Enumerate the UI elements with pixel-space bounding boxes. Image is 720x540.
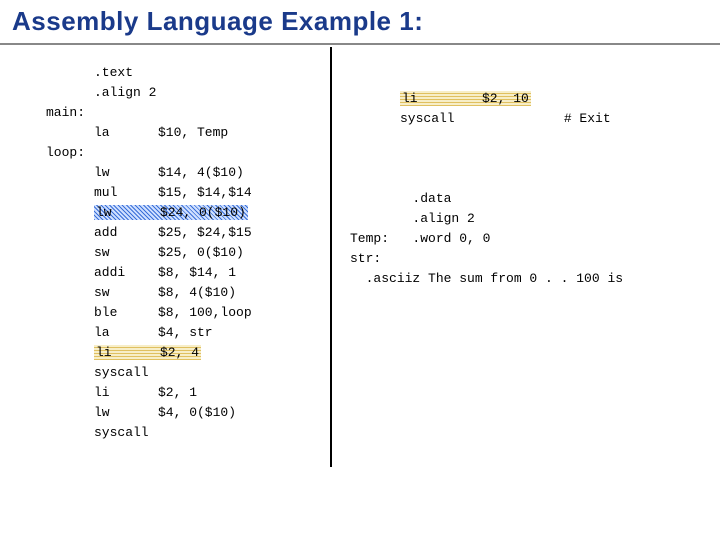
args-li2: $2, 1 <box>158 385 197 400</box>
op-syscall1: syscall <box>94 365 149 380</box>
asciiz-line: .asciiz The sum from 0 . . 100 is <box>366 271 623 286</box>
label-loop: loop: <box>46 145 85 160</box>
vertical-divider <box>330 47 332 467</box>
args-addi: $8, $14, 1 <box>158 265 236 280</box>
label-str: str: <box>350 251 381 266</box>
op-syscall-exit: syscall <box>400 111 455 126</box>
args-sw2: $8, 4($10) <box>158 285 236 300</box>
code-left-column: .text .align 2 main: la$10, Temp loop: l… <box>46 63 252 443</box>
args-lw3: $4, 0($10) <box>158 405 236 420</box>
directive-align2: .align 2 <box>412 211 474 226</box>
args-la: $10, Temp <box>158 125 228 140</box>
directive-text: .text <box>94 65 133 80</box>
args-li1: $2, 4 <box>160 345 199 360</box>
label-main: main: <box>46 105 85 120</box>
op-syscall2: syscall <box>94 425 149 440</box>
args-la2: $4, str <box>158 325 213 340</box>
directive-align: .align 2 <box>94 85 156 100</box>
args-ble: $8, 100,loop <box>158 305 252 320</box>
slide: Assembly Language Example 1: .text .alig… <box>0 0 720 540</box>
op-mul: mul <box>94 183 158 203</box>
op-sw1: sw <box>94 243 158 263</box>
op-la2: la <box>94 323 158 343</box>
args-lw1: $14, 4($10) <box>158 165 244 180</box>
code-right-top: li$2, 10 syscall # Exit <box>400 89 611 129</box>
slide-body: .text .align 2 main: la$10, Temp loop: l… <box>0 45 720 537</box>
comment-exit: # Exit <box>564 111 611 126</box>
args-add: $25, $24,$15 <box>158 225 252 240</box>
op-lw3: lw <box>94 403 158 423</box>
args-sw1: $25, 0($10) <box>158 245 244 260</box>
op-lw2: lw <box>96 203 160 223</box>
slide-title: Assembly Language Example 1: <box>0 0 720 45</box>
temp-word: .word 0, 0 <box>412 231 490 246</box>
code-right-data: .data .align 2 Temp: .word 0, 0 str: .as… <box>350 189 623 289</box>
label-temp: Temp: <box>350 231 389 246</box>
args-lw2: $24, 0($10) <box>160 205 246 220</box>
op-addi: addi <box>94 263 158 283</box>
args-li-exit: $2, 10 <box>482 91 529 106</box>
op-li2: li <box>94 383 158 403</box>
directive-data: .data <box>412 191 451 206</box>
op-add: add <box>94 223 158 243</box>
op-lw1: lw <box>94 163 158 183</box>
op-ble: ble <box>94 303 158 323</box>
op-li-exit: li <box>402 89 482 109</box>
op-la: la <box>94 123 158 143</box>
op-sw2: sw <box>94 283 158 303</box>
args-mul: $15, $14,$14 <box>158 185 252 200</box>
op-li1: li <box>96 343 160 363</box>
